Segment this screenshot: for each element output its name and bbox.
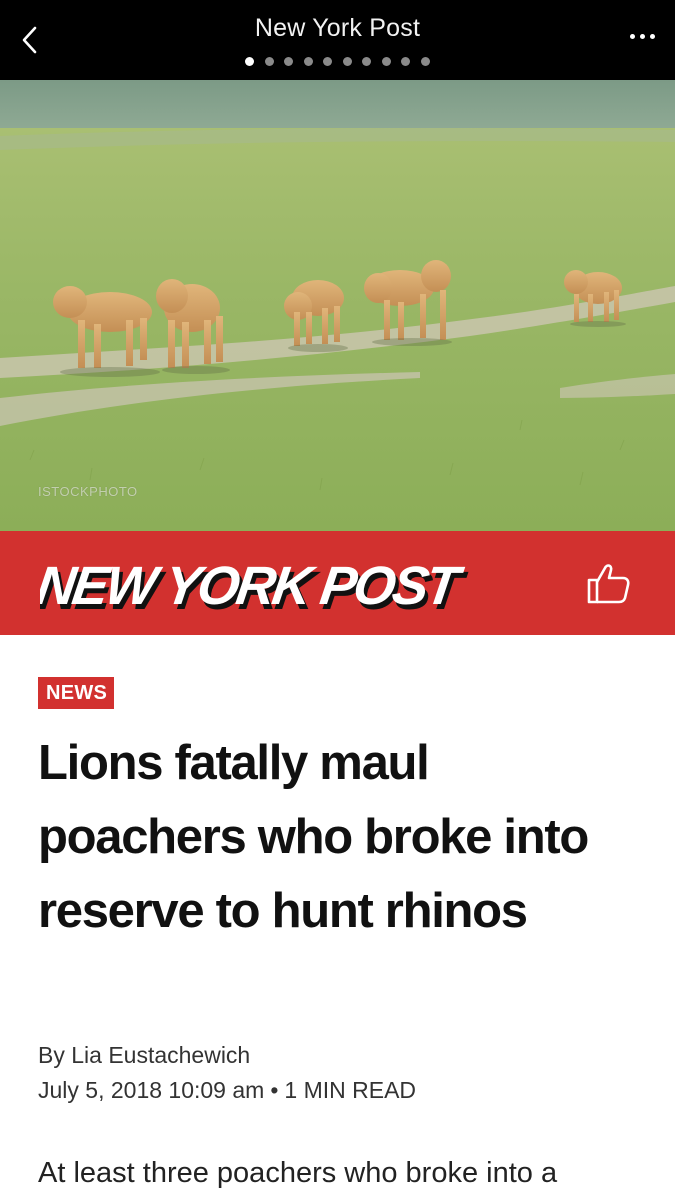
page-dot[interactable] [303, 57, 313, 66]
page-indicator [0, 57, 675, 66]
more-horizontal-icon [630, 34, 635, 39]
like-button[interactable] [583, 558, 633, 608]
new-york-post-logo[interactable]: NEW YORK POST NEW YORK POST [40, 549, 480, 619]
article-body-preview: At least three poachers who broke into a [38, 1157, 558, 1189]
publish-date: July 5, 2018 10:09 am [38, 1077, 265, 1103]
article-headline: Lions fatally maul poachers who broke in… [38, 736, 589, 938]
svg-text:NEW YORK POST: NEW YORK POST [40, 556, 467, 616]
category-tag[interactable]: NEWS [38, 677, 115, 709]
page-dot[interactable] [264, 57, 274, 66]
publisher-brand-bar: NEW YORK POST NEW YORK POST [0, 531, 675, 635]
publish-info: July 5, 2018 10:09 am • 1 MIN READ [38, 1077, 416, 1104]
page-dot[interactable] [342, 57, 352, 66]
page-dot[interactable] [401, 57, 411, 66]
page-dot[interactable] [362, 57, 372, 66]
page-dot[interactable] [245, 57, 255, 66]
page-dot[interactable] [420, 57, 430, 66]
page-dot[interactable] [323, 57, 333, 66]
nav-title: New York Post [254, 14, 421, 42]
read-time: 1 MIN READ [284, 1077, 417, 1103]
author-byline[interactable]: By Lia Eustachewich [38, 1042, 250, 1069]
top-nav-bar: New York Post [0, 0, 675, 80]
page-dot[interactable] [284, 57, 294, 66]
lions-photo [0, 80, 675, 531]
separator-dot: • [270, 1077, 279, 1103]
hero-image[interactable]: ISTOCKPHOTO [0, 80, 675, 531]
thumbs-up-icon [587, 564, 630, 604]
more-options-button[interactable] [630, 28, 655, 45]
photo-credit: ISTOCKPHOTO [38, 484, 138, 499]
page-dot[interactable] [381, 57, 391, 66]
